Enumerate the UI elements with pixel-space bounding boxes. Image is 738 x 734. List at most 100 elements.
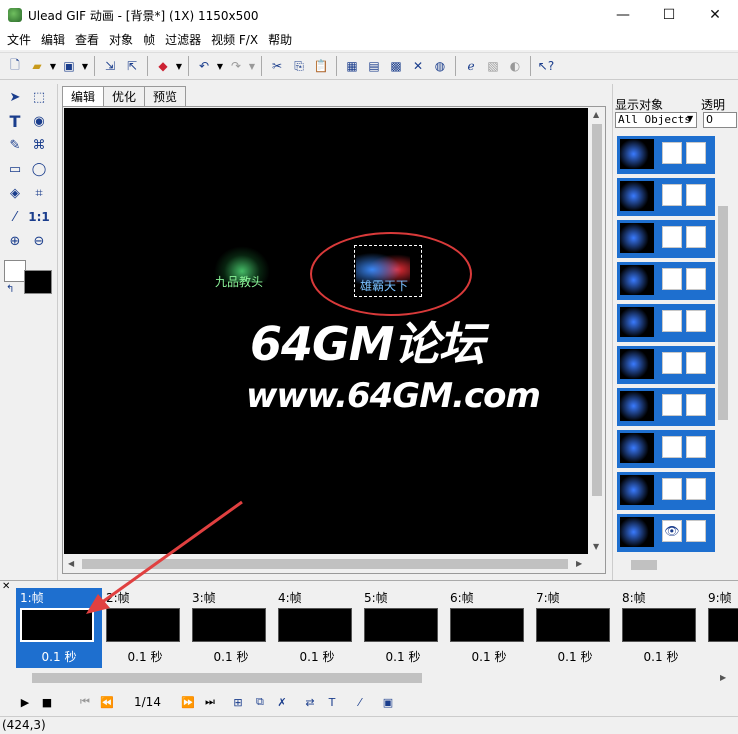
copy-icon[interactable]: ⎘	[289, 56, 309, 76]
frame-item[interactable]: 6:帧 0.1 秒	[446, 588, 532, 668]
tween-icon[interactable]: ⇄	[299, 691, 321, 713]
undo-icon[interactable]: ↶	[194, 56, 214, 76]
object-lock-toggle[interactable]	[686, 352, 706, 374]
next-frame-icon[interactable]: ⏩	[177, 691, 199, 713]
text-banner-icon[interactable]: T	[321, 691, 343, 713]
zoom-out-icon[interactable]: ⊖	[28, 230, 50, 252]
object-visibility-toggle[interactable]	[662, 268, 682, 290]
tab-preview[interactable]: 预览	[144, 86, 187, 106]
play-icon[interactable]: ▶	[14, 691, 36, 713]
editing-canvas[interactable]: 九品教头 雄霸天下 64GM论坛 www.64GM.com	[64, 108, 588, 554]
add-image-icon[interactable]: ▩	[386, 56, 406, 76]
tab-edit[interactable]: 编辑	[62, 86, 105, 106]
color-tool-icon[interactable]: ◆	[153, 56, 173, 76]
maximize-button[interactable]: ☐	[646, 0, 692, 30]
menu-view[interactable]: 查看	[70, 30, 104, 50]
marquee-tool-icon[interactable]: ⬚	[28, 86, 50, 108]
save-icon[interactable]: ▣	[59, 56, 79, 76]
object-visibility-toggle[interactable]	[662, 436, 682, 458]
background-color-swatch[interactable]	[24, 270, 52, 294]
frame-delay[interactable]: 0.1 秒	[16, 648, 102, 665]
tab-optimize[interactable]: 优化	[103, 86, 146, 106]
transform-tool-icon[interactable]: ◉	[28, 110, 50, 132]
object-lock-toggle[interactable]	[686, 436, 706, 458]
crop-tool-icon[interactable]: ⌗	[28, 182, 50, 204]
browser-preview-icon[interactable]: ℯ	[461, 56, 481, 76]
eraser-tool-icon[interactable]: ▭	[4, 158, 26, 180]
fill-tool-icon[interactable]: ◈	[4, 182, 26, 204]
ellipse-select-tool-icon[interactable]: ◯	[28, 158, 50, 180]
frame-delay[interactable]: 0.1 秒	[188, 648, 274, 665]
previous-frame-icon[interactable]: ⏪	[96, 691, 118, 713]
object-list-h-scrollbar[interactable]	[617, 558, 713, 572]
frame-scrollbar[interactable]: ▶	[14, 671, 734, 685]
wizard-icon[interactable]: ◐	[505, 56, 525, 76]
last-frame-icon[interactable]: ⏭	[199, 691, 221, 713]
frame-item[interactable]: 7:帧 0.1 秒	[532, 588, 618, 668]
cut-icon[interactable]: ✂	[267, 56, 287, 76]
globe-icon[interactable]: ◍	[430, 56, 450, 76]
object-visibility-toggle[interactable]	[662, 478, 682, 500]
frame-properties-icon[interactable]: ▤	[364, 56, 384, 76]
foreground-color-swatch[interactable]	[4, 260, 26, 282]
object-lock-toggle[interactable]	[686, 520, 706, 542]
color-dropdown-icon[interactable]: ▼	[175, 56, 183, 76]
delete-frame-icon[interactable]: ✗	[271, 691, 293, 713]
open-folder-icon[interactable]: ▰	[27, 56, 47, 76]
frame-delay[interactable]: 0.1 秒	[446, 648, 532, 665]
object-filter-select[interactable]: All Objects	[615, 112, 697, 128]
menu-video-fx[interactable]: 视频 F/X	[206, 30, 263, 50]
stop-icon[interactable]: ■	[36, 691, 58, 713]
object-row[interactable]	[617, 388, 715, 426]
menu-object[interactable]: 对象	[104, 30, 138, 50]
frame-item[interactable]: 9:帧	[704, 588, 738, 668]
frame-delay[interactable]: 0.1 秒	[102, 648, 188, 665]
object-visibility-toggle[interactable]	[662, 394, 682, 416]
crop-icon[interactable]: ✕	[408, 56, 428, 76]
text-tool-icon[interactable]: T	[4, 110, 26, 132]
swap-colors-icon[interactable]: ↰	[6, 284, 14, 295]
brush-tool-icon[interactable]: ✎	[4, 134, 26, 156]
redo-dropdown-icon[interactable]: ▼	[248, 56, 256, 76]
frame-delay[interactable]: 0.1 秒	[360, 648, 446, 665]
object-row[interactable]	[617, 472, 715, 510]
export-icon[interactable]: ⇱	[122, 56, 142, 76]
frame-delay[interactable]: 0.1 秒	[532, 648, 618, 665]
object-visibility-toggle[interactable]	[662, 310, 682, 332]
object-list-scrollbar[interactable]	[716, 136, 730, 554]
first-frame-icon[interactable]: ⏮	[74, 691, 96, 713]
object-lock-toggle[interactable]	[686, 226, 706, 248]
duplicate-frame-icon[interactable]: ⧉	[249, 691, 271, 713]
object-row[interactable]	[617, 178, 715, 216]
open-dropdown-icon[interactable]: ▼	[49, 56, 57, 76]
object-row[interactable]	[617, 304, 715, 342]
object-visibility-toggle[interactable]	[662, 142, 682, 164]
undo-dropdown-icon[interactable]: ▼	[216, 56, 224, 76]
frame-delay[interactable]: 0.1 秒	[274, 648, 360, 665]
help-cursor-icon[interactable]: ↖?	[536, 56, 556, 76]
object-list-h-scroll-thumb[interactable]	[631, 560, 657, 570]
close-button[interactable]: ✕	[692, 0, 738, 30]
menu-file[interactable]: 文件	[2, 30, 36, 50]
save-dropdown-icon[interactable]: ▼	[81, 56, 89, 76]
menu-frame[interactable]: 帧	[138, 30, 160, 50]
panel-close-icon[interactable]: ✕	[2, 581, 10, 592]
scroll-down-icon[interactable]: ▼	[593, 542, 599, 551]
pointer-tool-icon[interactable]: ➤	[4, 86, 26, 108]
object-lock-toggle[interactable]	[686, 478, 706, 500]
menu-help[interactable]: 帮助	[263, 30, 297, 50]
frame-grid-icon[interactable]: ▦	[342, 56, 362, 76]
chevron-down-icon[interactable]: ▼	[687, 114, 693, 123]
frame-scroll-thumb[interactable]	[32, 673, 422, 683]
object-visibility-toggle[interactable]	[662, 226, 682, 248]
add-frame-icon[interactable]: ⊞	[227, 691, 249, 713]
object-list-scroll-thumb[interactable]	[718, 206, 728, 420]
new-file-icon[interactable]: 🗋	[5, 56, 25, 76]
object-visibility-toggle[interactable]	[662, 352, 682, 374]
frame-delay[interactable]: 0.1 秒	[618, 648, 704, 665]
frame-item[interactable]: 5:帧 0.1 秒	[360, 588, 446, 668]
redo-icon[interactable]: ↷	[226, 56, 246, 76]
transparency-input[interactable]: 0	[703, 112, 737, 128]
frame-item[interactable]: 4:帧 0.1 秒	[274, 588, 360, 668]
scroll-right-icon[interactable]: ▶	[576, 559, 582, 568]
